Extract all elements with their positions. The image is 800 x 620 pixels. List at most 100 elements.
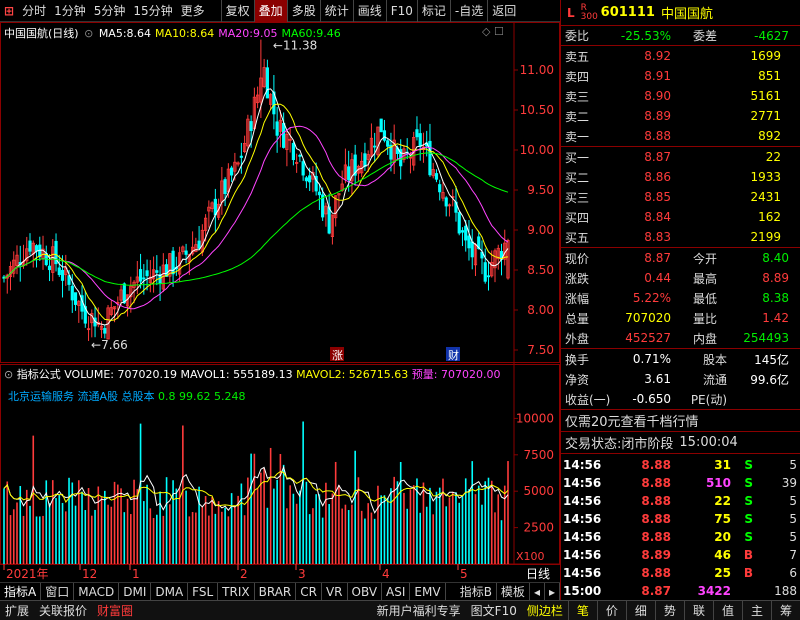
bid-label: 买三 bbox=[565, 190, 590, 205]
status-right-3[interactable]: 势 bbox=[654, 600, 684, 620]
ask-row-2[interactable]: 卖三 8.90 5161 bbox=[561, 86, 800, 106]
status-mid: 新用户福利专享 图文F10 侧边栏 bbox=[372, 601, 568, 620]
tick-price: 8.88 bbox=[641, 512, 671, 526]
tick-count: 5 bbox=[789, 530, 797, 544]
stat-label: 股本 bbox=[702, 352, 727, 367]
stat-value: 0.71% bbox=[632, 352, 671, 366]
stat-value: 5.22% bbox=[632, 291, 671, 305]
bid-row-3[interactable]: 买四 8.84 162 bbox=[561, 207, 800, 227]
stat-label: 涨幅 bbox=[565, 291, 590, 306]
stock-code[interactable]: 601111 bbox=[601, 5, 655, 20]
bid-row-4[interactable]: 买五 8.83 2199 bbox=[561, 227, 800, 247]
bid-row-0[interactable]: 买一 8.87 22 bbox=[561, 147, 800, 167]
diff-value: -4627 bbox=[754, 28, 789, 43]
indicator-tab-right-0[interactable]: 指标B bbox=[456, 582, 497, 601]
candle-body bbox=[145, 270, 149, 277]
bid-label: 买一 bbox=[565, 150, 590, 165]
bid-volume: 2431 bbox=[750, 190, 781, 204]
indicator-tab-1[interactable]: 窗口 bbox=[41, 582, 75, 601]
status-right-7[interactable]: 筹 bbox=[770, 600, 800, 620]
status-right-4[interactable]: 联 bbox=[683, 600, 713, 620]
trade-status-value: 闭市阶段 bbox=[621, 437, 674, 452]
tick-row-6: 14:56 8.88 25 B 6 bbox=[561, 564, 800, 582]
status-right-0[interactable]: 笔 bbox=[567, 600, 597, 620]
candle-body bbox=[298, 154, 302, 157]
status-left-1[interactable]: 关联报价 bbox=[34, 601, 92, 620]
tick-count: 188 bbox=[774, 584, 797, 598]
time-tick-label: 2 bbox=[240, 567, 248, 581]
mavol5-line bbox=[3, 465, 509, 514]
volume-tick-label: 2500 bbox=[523, 521, 554, 535]
stat-label: 最高 bbox=[692, 271, 717, 286]
status-mid-2[interactable]: 侧边栏 bbox=[522, 601, 568, 620]
event-marker-up[interactable]: 涨 bbox=[332, 349, 343, 362]
status-right: 笔价细势联值主筹 bbox=[567, 600, 800, 620]
indicator-tab-0[interactable]: 指标A bbox=[0, 582, 42, 601]
bid-row-1[interactable]: 买二 8.86 1933 bbox=[561, 167, 800, 187]
formula-label[interactable]: 指标公式 bbox=[17, 368, 61, 381]
indicator-tab-10[interactable]: OBV bbox=[348, 582, 383, 601]
indicator-tab-4[interactable]: DMA bbox=[151, 582, 189, 601]
candle-body bbox=[434, 173, 439, 180]
ma-legend-2: MA20:9.05 bbox=[218, 27, 277, 40]
indicator-tab-2[interactable]: MACD bbox=[74, 582, 120, 601]
ask-label: 卖一 bbox=[565, 129, 590, 144]
price-tick-label: 9.00 bbox=[527, 223, 554, 237]
tick-volume: 31 bbox=[714, 458, 731, 472]
ma-value: 8.64 bbox=[189, 27, 215, 40]
arrow-left-icon[interactable]: ◂ bbox=[530, 582, 545, 601]
stat-label: 换手 bbox=[565, 352, 590, 367]
status-mid-0[interactable]: 新用户福利专享 bbox=[372, 601, 466, 620]
indicator-tab-7[interactable]: BRAR bbox=[255, 582, 297, 601]
bid-label: 买二 bbox=[565, 170, 590, 185]
ask-row-4[interactable]: 卖一 8.88 892 bbox=[561, 126, 800, 146]
status-right-6[interactable]: 主 bbox=[741, 600, 771, 620]
promo-banner[interactable]: 仅需20元查看千档行情 bbox=[561, 410, 800, 432]
candle-body bbox=[239, 155, 243, 158]
stock-header: L R 300 601111 中国国航 bbox=[561, 0, 800, 26]
arrow-right-icon[interactable]: ▸ bbox=[545, 582, 560, 601]
status-right-2[interactable]: 细 bbox=[625, 600, 655, 620]
status-mid-1[interactable]: 图文F10 bbox=[466, 601, 522, 620]
candle-body bbox=[103, 328, 107, 334]
tick-time: 14:56 bbox=[563, 494, 602, 508]
ask-label: 卖五 bbox=[565, 49, 590, 64]
bid-row-2[interactable]: 买三 8.85 2431 bbox=[561, 187, 800, 207]
indicator-tab-12[interactable]: EMV bbox=[410, 582, 446, 601]
stat-value: 1.42 bbox=[762, 311, 789, 325]
status-left-0[interactable]: 扩展 bbox=[0, 601, 34, 620]
close-icon[interactable]: ☐ bbox=[494, 25, 504, 38]
candle-body bbox=[275, 121, 279, 136]
status-right-5[interactable]: 值 bbox=[712, 600, 742, 620]
status-right-1[interactable]: 价 bbox=[596, 600, 626, 620]
tick-count: 5 bbox=[789, 494, 797, 508]
indicator-tab-5[interactable]: FSL bbox=[188, 582, 219, 601]
period-label[interactable]: 日线 bbox=[526, 567, 550, 581]
indicator-tab-8[interactable]: CR bbox=[296, 582, 322, 601]
indicator-tab-right-1[interactable]: 模板 bbox=[497, 582, 530, 601]
indicator-tab-11[interactable]: ASI bbox=[382, 582, 411, 601]
ask-row-1[interactable]: 卖四 8.91 851 bbox=[561, 66, 800, 86]
kline-chart-area[interactable]: 7.50 8.00 8.50 9.00 9.50 10.00 10.50 11.00 2500 5… bbox=[0, 0, 560, 582]
candle-body bbox=[138, 269, 143, 282]
pin-icon[interactable]: ⊙ bbox=[84, 27, 93, 40]
ask-row-0[interactable]: 卖五 8.92 1699 bbox=[561, 46, 800, 66]
tick-row-2: 14:56 8.88 22 S 5 bbox=[561, 492, 800, 510]
indicator-tab-6[interactable]: TRIX bbox=[218, 582, 255, 601]
chevron-down-icon[interactable]: ⊙ bbox=[4, 368, 13, 381]
candle-body bbox=[418, 133, 422, 147]
indicator-tab-3[interactable]: DMI bbox=[119, 582, 152, 601]
status-bar: 扩展 关联报价 财富圈 新用户福利专享 图文F10 侧边栏 笔价细势联值主筹 bbox=[0, 600, 800, 620]
ma-name: MA60: bbox=[281, 27, 317, 40]
promo-text[interactable]: 仅需20元查看千档行情 bbox=[565, 411, 699, 430]
indicator-tab-9[interactable]: VR bbox=[322, 582, 348, 601]
bid-price: 8.84 bbox=[644, 210, 671, 224]
event-marker-finance[interactable]: 财 bbox=[448, 348, 459, 362]
stock-name[interactable]: 中国国航 bbox=[661, 3, 713, 22]
status-left-2[interactable]: 财富圈 bbox=[92, 601, 138, 620]
stat-value: 452527 bbox=[625, 331, 671, 345]
stat-label: 最低 bbox=[692, 291, 717, 306]
ask-row-3[interactable]: 卖二 8.89 2771 bbox=[561, 106, 800, 126]
tick-time: 14:56 bbox=[563, 458, 602, 472]
diamond-icon[interactable]: ◇ bbox=[482, 25, 490, 38]
